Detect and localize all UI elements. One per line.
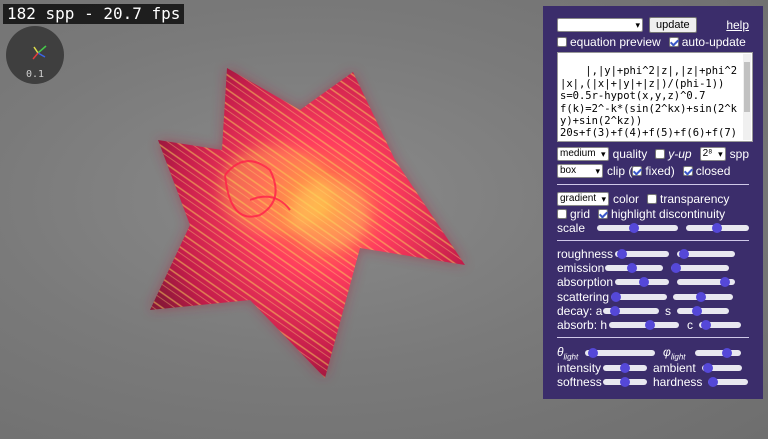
- decay-s-slider[interactable]: [677, 306, 729, 316]
- decay-a-slider[interactable]: [603, 306, 659, 316]
- hardness-label: hardness: [653, 375, 703, 389]
- scale-label: scale: [557, 221, 586, 235]
- emission-label: emission: [557, 261, 605, 275]
- update-button[interactable]: update: [649, 17, 697, 33]
- axis-scale-label: 0.1: [25, 69, 45, 80]
- absorption-label: absorption: [557, 275, 614, 289]
- help-link[interactable]: help: [726, 18, 749, 32]
- divider: [557, 184, 749, 185]
- decay-label: decay: a: [557, 304, 603, 318]
- color-select[interactable]: gradient: [557, 192, 609, 206]
- render-stats-readout: 182 spp - 20.7 fps: [3, 4, 185, 24]
- absorb-c-label: c: [687, 318, 693, 332]
- y-up-label: y-up: [668, 147, 692, 161]
- fixed-label: fixed): [645, 164, 675, 178]
- closed-label: closed: [695, 164, 731, 178]
- preset-select[interactable]: [557, 18, 643, 32]
- clip-select[interactable]: box: [557, 164, 603, 178]
- clip-label: clip (: [607, 164, 633, 178]
- ambient-slider[interactable]: [701, 363, 742, 373]
- spp-select[interactable]: 2⁸: [699, 147, 726, 161]
- equation-preview-label: equation preview: [570, 35, 661, 49]
- absorption-slider-b[interactable]: [677, 277, 735, 287]
- roughness-slider-a[interactable]: [615, 249, 669, 259]
- equation-textarea[interactable]: |,|y|+phi^2|z|,|z|+phi^2|x|,(|x|+|y|+|z|…: [557, 52, 753, 142]
- color-label: color: [613, 192, 640, 206]
- scale-slider-a[interactable]: [596, 223, 678, 233]
- decay-s-label: s: [665, 304, 671, 318]
- highlight-discontinuity-checkbox[interactable]: [598, 209, 609, 219]
- quality-label: quality: [612, 147, 648, 161]
- scattering-slider-b[interactable]: [673, 292, 733, 302]
- theta-light-slider[interactable]: [585, 348, 655, 359]
- roughness-slider-b[interactable]: [677, 249, 735, 259]
- divider: [557, 240, 749, 241]
- roughness-label: roughness: [557, 247, 614, 261]
- rendered-star-surface: [150, 68, 465, 378]
- divider: [557, 337, 749, 338]
- grid-label: grid: [570, 207, 591, 221]
- phi-light-label: φlight: [663, 345, 686, 362]
- spp-label: spp: [729, 147, 749, 161]
- absorb-label: absorb: h: [557, 318, 608, 332]
- axis-gizmo[interactable]: 0.1: [6, 26, 64, 84]
- hardness-slider[interactable]: [708, 377, 749, 387]
- ambient-label: ambient: [653, 361, 696, 375]
- softness-slider[interactable]: [603, 377, 647, 387]
- emission-slider-b[interactable]: [671, 263, 729, 273]
- settings-panel: update help equation preview auto-update…: [543, 6, 763, 399]
- highlight-discontinuity-label: highlight discontinuity: [611, 207, 726, 221]
- intensity-slider[interactable]: [603, 363, 647, 373]
- absorb-h-slider[interactable]: [609, 320, 679, 330]
- scattering-slider-a[interactable]: [611, 292, 667, 302]
- transparency-checkbox[interactable]: [647, 194, 658, 204]
- absorption-slider-a[interactable]: [615, 277, 669, 287]
- theta-light-label: θlight: [557, 345, 579, 362]
- scattering-label: scattering: [557, 290, 610, 304]
- quality-select[interactable]: medium: [557, 147, 609, 161]
- emission-slider-a[interactable]: [605, 263, 663, 273]
- intensity-label: intensity: [557, 361, 602, 375]
- y-up-checkbox[interactable]: [655, 149, 666, 159]
- auto-update-label: auto-update: [681, 35, 746, 49]
- scale-slider-b[interactable]: [685, 223, 749, 233]
- equation-preview-checkbox[interactable]: [557, 37, 567, 47]
- equation-text: |,|y|+phi^2|z|,|z|+phi^2|x|,(|x|+|y|+|z|…: [560, 65, 738, 141]
- transparency-label: transparency: [660, 192, 730, 206]
- softness-label: softness: [557, 375, 602, 389]
- fixed-checkbox[interactable]: [632, 166, 643, 176]
- grid-checkbox[interactable]: [557, 209, 567, 219]
- absorb-c-slider[interactable]: [699, 320, 741, 330]
- auto-update-checkbox[interactable]: [668, 37, 679, 47]
- closed-checkbox[interactable]: [682, 166, 693, 176]
- phi-light-slider[interactable]: [695, 348, 741, 359]
- equation-scrollbar[interactable]: [743, 54, 751, 140]
